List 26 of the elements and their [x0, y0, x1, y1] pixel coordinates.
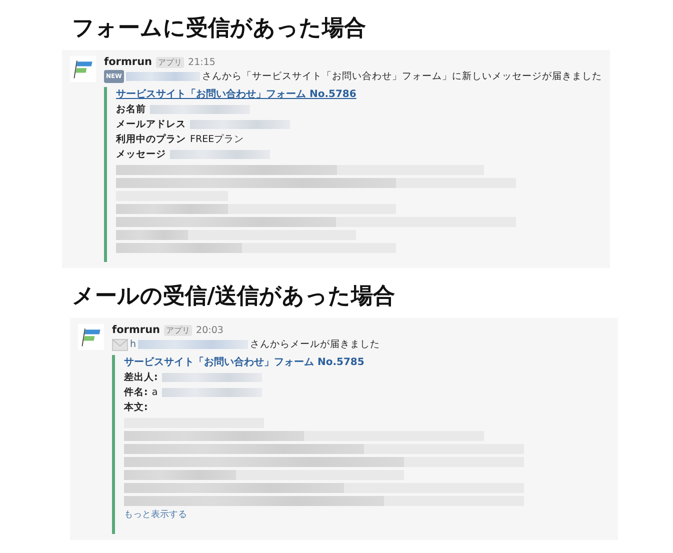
app-badge: アプリ: [164, 324, 192, 336]
section-heading: メールの受信/送信があった場合: [72, 284, 396, 310]
field-label: 件名:: [124, 386, 148, 399]
timestamp: 20:03: [196, 324, 224, 336]
show-more-link[interactable]: もっと表示する: [124, 508, 187, 521]
app-logo-icon: [70, 56, 96, 82]
message-text: さんから「サービスサイト「お問い合わせ」フォーム」に新しいメッセージが届きました: [202, 70, 602, 83]
message-text: さんからメールが届きました: [250, 338, 380, 351]
field-label: 差出人:: [124, 371, 158, 384]
field-label: お名前: [116, 103, 146, 116]
field-label: メールアドレス: [116, 118, 186, 131]
field-value: a: [152, 387, 158, 398]
sender-name[interactable]: formrun: [112, 324, 160, 336]
section-heading: フォームに受信があった場合: [72, 16, 367, 42]
field-label: 本文:: [124, 401, 148, 414]
field-label: メッセージ: [116, 148, 166, 161]
form-title-link[interactable]: サービスサイト「お問い合わせ」フォーム No.5785: [124, 355, 364, 369]
sender-name[interactable]: formrun: [104, 56, 152, 68]
sender-address: h: [130, 339, 136, 350]
app-badge: アプリ: [156, 56, 184, 68]
field-label: 利用中のプラン: [116, 133, 186, 146]
app-logo-icon: [78, 324, 104, 350]
envelope-icon: [112, 338, 128, 350]
form-title-link[interactable]: サービスサイト「お問い合わせ」フォーム No.5786: [116, 87, 356, 101]
timestamp: 21:15: [188, 56, 216, 68]
field-value: FREEプラン: [190, 133, 244, 146]
